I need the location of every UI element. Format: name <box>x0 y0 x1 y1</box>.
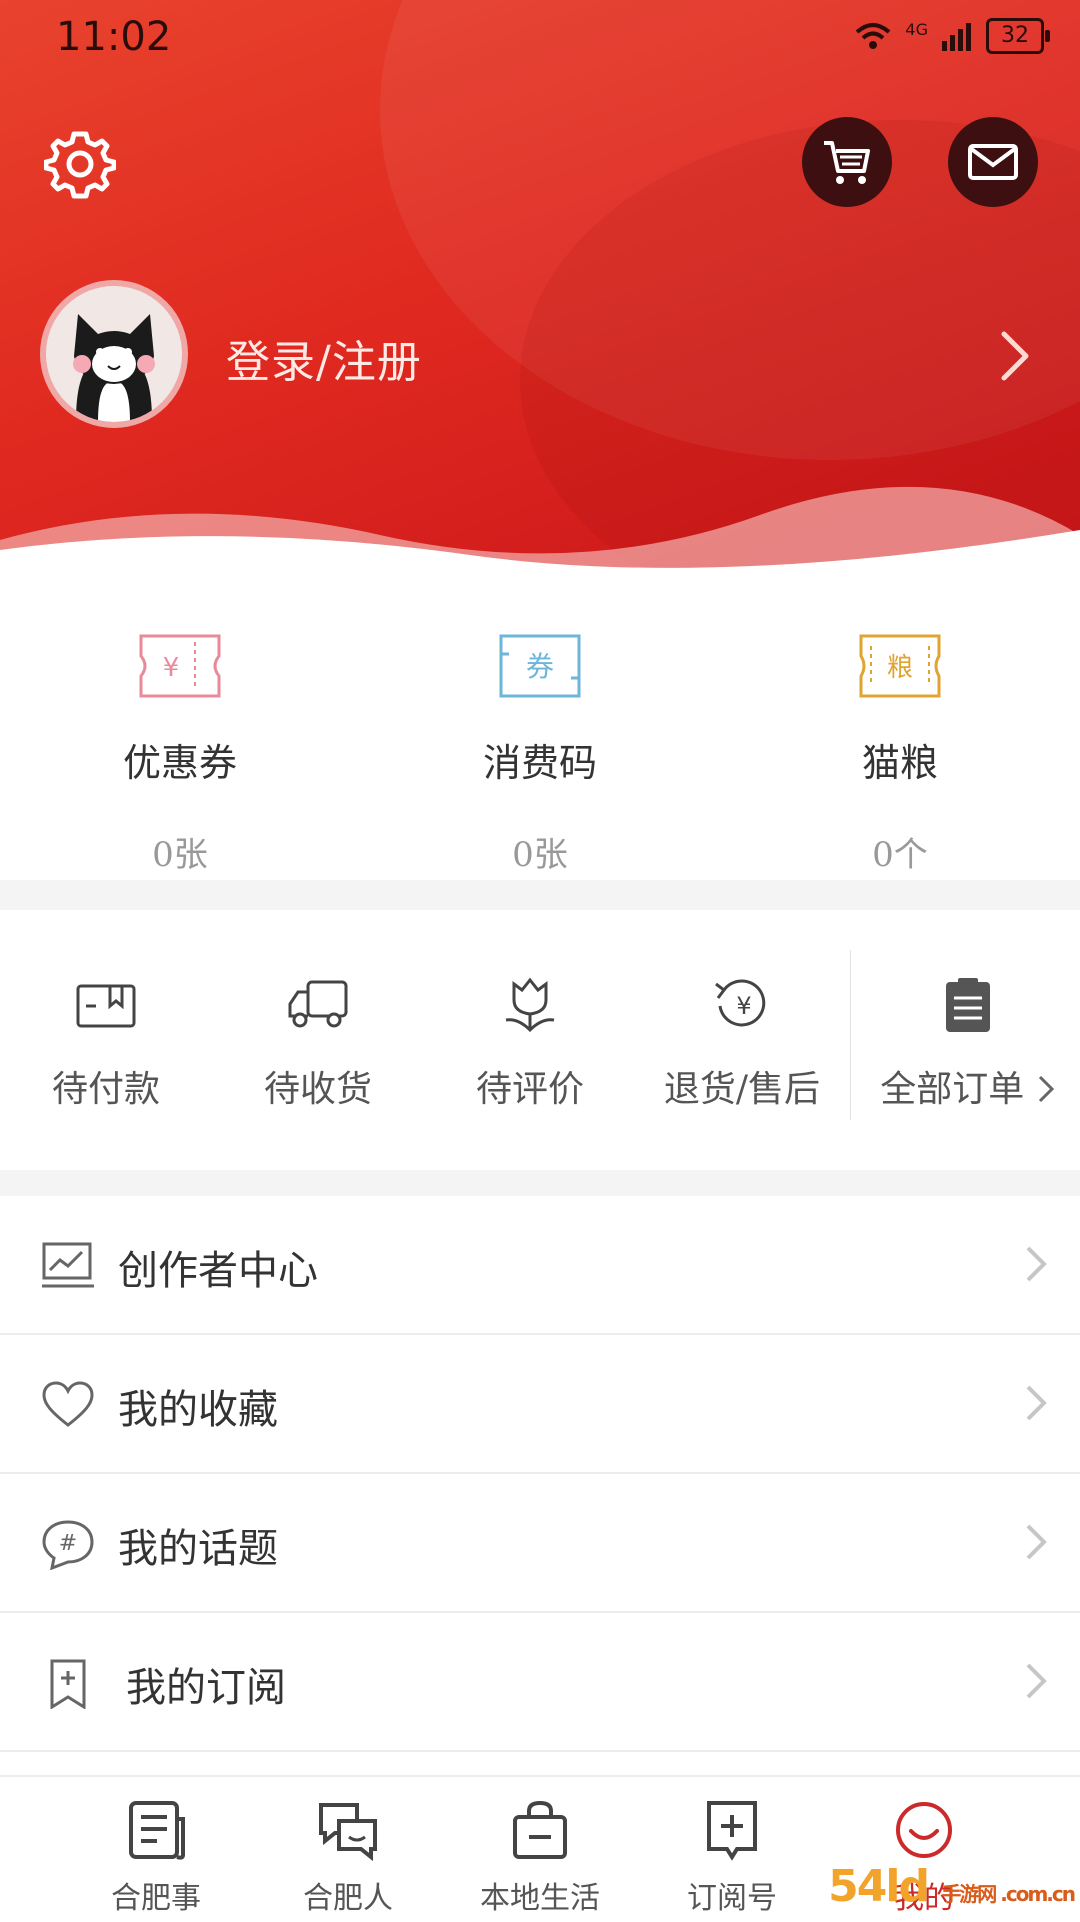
section-gap <box>0 880 1080 910</box>
chevron-right-icon[interactable] <box>998 328 1034 384</box>
bookmark-add-icon <box>50 1659 86 1709</box>
shopping-bag-icon <box>513 1800 567 1859</box>
bottom-tab-bar: 合肥事 合肥人 本地生活 订阅号 我的 54ld 手游网 .com.cn <box>0 1775 1080 1922</box>
wallet-label: 优惠券 <box>122 741 237 785</box>
cat-food-item[interactable]: 粮 猫粮 0个 <box>720 590 1080 876</box>
chevron-right-icon <box>1026 1524 1047 1560</box>
menu-label: 我的订阅 <box>126 1665 286 1711</box>
chevron-right-icon <box>1026 1246 1047 1282</box>
settings-gear-icon[interactable] <box>44 128 116 200</box>
tab-label: 合肥事 <box>111 1881 201 1916</box>
message-button[interactable] <box>948 117 1038 207</box>
order-refund[interactable]: ¥ 退货/售后 <box>636 910 848 1112</box>
order-label-all: 全部订单 <box>856 1060 1080 1112</box>
battery-icon: 32 <box>986 18 1050 54</box>
order-label: 待收货 <box>263 1069 372 1110</box>
consume-code-item[interactable]: 券 消费码 0张 <box>360 590 720 876</box>
wallet-section: ¥ 优惠券 0张 券 消费码 0张 粮 猫粮 0个 <box>0 590 1080 880</box>
tab-local-life[interactable]: 本地生活 <box>444 1777 636 1917</box>
wallet-value: 0个 <box>872 835 928 875</box>
cat-avatar-icon <box>73 314 155 422</box>
status-time: 11:02 <box>56 14 172 60</box>
chevron-right-icon <box>1038 1075 1054 1103</box>
cat-food-icon: 粮 <box>859 634 941 698</box>
chat-icon <box>319 1803 377 1862</box>
order-pending-review[interactable]: 待评价 <box>424 910 636 1112</box>
wallet-label: 猫粮 <box>861 741 938 785</box>
menu-item-creator-center[interactable]: 创作者中心 <box>0 1196 1080 1335</box>
status-icons: 4G 32 <box>853 18 1050 54</box>
truck-icon <box>288 980 348 1028</box>
network-label: 4G <box>905 19 928 39</box>
menu-item-favorites[interactable]: 我的收藏 <box>0 1335 1080 1474</box>
smile-icon <box>896 1802 952 1858</box>
menu-item-subscriptions[interactable]: 我的订阅 <box>0 1613 1080 1752</box>
creator-chart-icon <box>42 1242 94 1288</box>
menu-label: 我的话题 <box>118 1526 278 1572</box>
menu-label: 我的收藏 <box>118 1387 278 1433</box>
status-bar: 11:02 4G 32 <box>0 0 1080 80</box>
login-register-link[interactable]: 登录/注册 <box>226 326 422 390</box>
wallet-value: 0张 <box>152 835 208 875</box>
subscribe-icon <box>707 1801 757 1861</box>
wallet-value: 0张 <box>512 835 568 875</box>
cart-icon <box>824 141 870 184</box>
menu-item-topics[interactable]: # 我的话题 <box>0 1474 1080 1613</box>
tab-label: 订阅号 <box>687 1881 777 1916</box>
watermark-logo: 54ld 手游网 .com.cn <box>828 1861 1076 1912</box>
chevron-right-icon <box>1026 1663 1047 1699</box>
tab-label: 合肥人 <box>303 1881 393 1916</box>
consume-icon-text: 券 <box>526 650 554 683</box>
svg-text:¥: ¥ <box>736 992 751 1020</box>
news-icon <box>129 1801 185 1860</box>
wifi-icon <box>856 23 891 49</box>
coupon-icon-text: ¥ <box>163 653 180 683</box>
chevron-right-icon <box>1026 1385 1047 1421</box>
order-label: 退货/售后 <box>663 1069 821 1110</box>
heart-icon <box>42 1381 94 1427</box>
avatar[interactable] <box>40 280 188 428</box>
cart-button[interactable] <box>802 117 892 207</box>
order-pending-receipt[interactable]: 待收货 <box>212 910 424 1112</box>
order-label: 待评价 <box>475 1069 584 1110</box>
order-all[interactable]: 全部订单 <box>856 910 1080 1112</box>
order-pending-payment[interactable]: 待付款 <box>0 910 212 1112</box>
orders-section: 待付款 待收货 待评价 ¥ 退货/售后 全部订单 <box>0 910 1080 1170</box>
wallet-label: 消费码 <box>482 741 597 785</box>
hashtag-icon: # <box>42 1520 94 1570</box>
order-label: 待付款 <box>51 1069 160 1110</box>
consume-code-icon: 券 <box>499 634 581 698</box>
cat-food-icon-text: 粮 <box>887 653 913 683</box>
clipboard-icon <box>946 978 990 1032</box>
flower-icon <box>505 977 555 1033</box>
tab-label: 本地生活 <box>480 1881 600 1916</box>
tab-hefei-people[interactable]: 合肥人 <box>252 1777 444 1917</box>
header-wave <box>0 486 1080 575</box>
coupon-ticket-icon: ¥ <box>139 634 221 698</box>
refund-icon: ¥ <box>715 979 766 1027</box>
menu-label: 创作者中心 <box>118 1248 318 1294</box>
profile-header: 11:02 4G 32 登录/注册 <box>0 0 1080 575</box>
watermark-text: 54ld <box>828 1861 930 1912</box>
coupon-item[interactable]: ¥ 优惠券 0张 <box>0 590 360 876</box>
all-orders-label: 全部订单 <box>880 1069 1025 1110</box>
tab-hefei-news[interactable]: 合肥事 <box>60 1777 252 1917</box>
watermark-sub: 手游网 .com.cn <box>941 1882 1076 1906</box>
mail-icon <box>968 144 1018 180</box>
signal-icon <box>942 23 971 51</box>
wallet-icon <box>76 984 136 1028</box>
section-gap <box>0 1170 1080 1196</box>
orders-divider <box>850 950 851 1120</box>
tab-subscriptions[interactable]: 订阅号 <box>636 1777 828 1917</box>
menu-list: 创作者中心 我的收藏 # 我的话题 我的订阅 <box>0 1196 1080 1752</box>
svg-text:#: # <box>59 1531 77 1556</box>
